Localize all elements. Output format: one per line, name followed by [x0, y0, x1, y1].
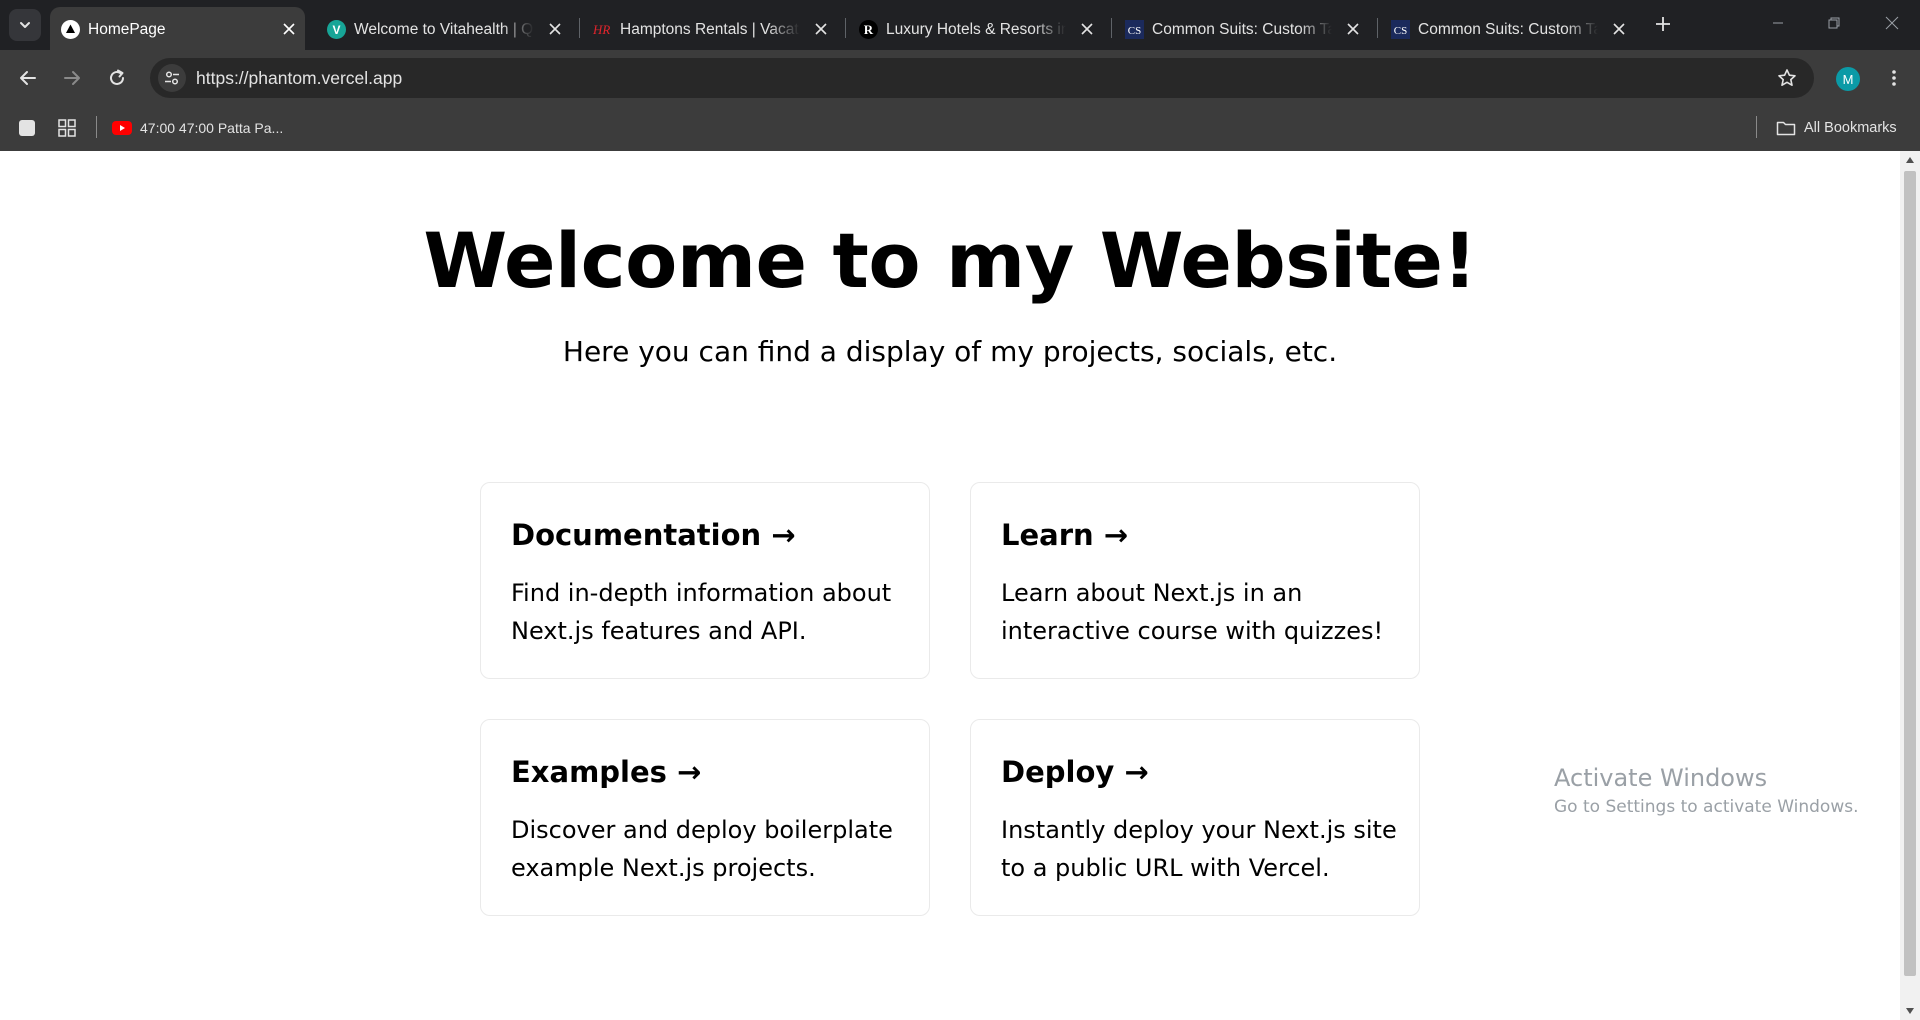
profile-avatar[interactable]: M: [1836, 67, 1860, 91]
tab-title: Welcome to Vitahealth | Quiz: [354, 21, 534, 38]
tab-hamptons-rentals[interactable]: HR Hamptons Rentals | Vacation Rentals: [582, 7, 837, 50]
close-window-button[interactable]: [1864, 0, 1920, 46]
square-icon: [19, 120, 35, 136]
scroll-thumb[interactable]: [1904, 171, 1916, 976]
tab-group-button[interactable]: [15, 116, 39, 140]
bookmarks-bar: 47:00 47:00 Patta Pa... All Bookmarks: [0, 106, 1920, 151]
browser-menu-button[interactable]: [1882, 66, 1906, 90]
vercel-triangle-icon: [61, 20, 80, 39]
star-icon: [1778, 69, 1796, 86]
bookmark-label: 47:00 47:00 Patta Pa...: [140, 120, 284, 136]
page-viewport: Welcome to my Website! Here you can find…: [0, 151, 1900, 1020]
tab-title: Common Suits: Custom Tailoring: [1418, 21, 1598, 38]
card-deploy[interactable]: Deploy → Instantly deploy your Next.js s…: [970, 719, 1420, 916]
close-icon[interactable]: [811, 19, 831, 39]
svg-text:CS: CS: [1128, 25, 1141, 37]
card-learn[interactable]: Learn → Learn about Next.js in an intera…: [970, 482, 1420, 679]
card-description: Instantly deploy your Next.js site to a …: [1001, 816, 1397, 882]
close-icon[interactable]: [545, 19, 565, 39]
site-info-button[interactable]: [158, 64, 186, 92]
card-title: Learn →: [1001, 518, 1129, 552]
hr-logo-icon: HR: [593, 20, 612, 39]
tab-homepage[interactable]: HomePage: [50, 7, 305, 50]
browser-window: HomePage V Welcome to Vitahealth | Quiz: [0, 0, 1920, 1020]
cs-logo-icon: CS: [1125, 20, 1144, 39]
more-vertical-icon: [1892, 70, 1896, 86]
arrow-left-icon: [20, 71, 36, 85]
toolbar: https://phantom.vercel.app M: [0, 50, 1920, 106]
url-text[interactable]: https://phantom.vercel.app: [196, 68, 402, 88]
tab-search-button[interactable]: [9, 9, 41, 41]
tab-strip: HomePage V Welcome to Vitahealth | Quiz: [0, 0, 1920, 50]
tab-separator: [1377, 18, 1378, 38]
plus-icon: [1656, 17, 1670, 31]
back-button[interactable]: [12, 62, 44, 94]
bookmarks-divider: [1756, 116, 1757, 138]
cs-logo-icon: CS: [1391, 20, 1410, 39]
card-title: Deploy →: [1001, 755, 1149, 789]
card-title: Examples →: [511, 755, 702, 789]
close-icon[interactable]: [279, 19, 299, 39]
svg-text:V: V: [332, 23, 340, 37]
minimize-icon: [1773, 22, 1783, 24]
minimize-button[interactable]: [1750, 0, 1806, 46]
scroll-up-button[interactable]: [1900, 151, 1920, 169]
page-subtitle: Here you can find a display of my projec…: [562, 335, 1338, 368]
activate-windows-title: Activate Windows: [1554, 764, 1768, 792]
tab-common-suits[interactable]: CS Common Suits: Custom Tailoring: [1114, 7, 1369, 50]
all-bookmarks-label: All Bookmarks: [1804, 120, 1897, 136]
restore-button[interactable]: [1806, 0, 1862, 46]
close-icon: [1885, 16, 1899, 30]
tab-title: Common Suits: Custom Tailoring: [1152, 21, 1332, 38]
close-icon[interactable]: [1609, 19, 1629, 39]
activate-windows-watermark: Activate Windows Go to Settings to activ…: [1554, 763, 1859, 819]
activate-windows-subtitle: Go to Settings to activate Windows.: [1554, 797, 1859, 817]
new-tab-button[interactable]: [1651, 12, 1675, 36]
r-logo-icon: R: [859, 20, 878, 39]
restore-icon: [1828, 17, 1840, 29]
svg-text:CS: CS: [1394, 25, 1407, 37]
all-bookmarks-button[interactable]: All Bookmarks: [1776, 116, 1897, 140]
scroll-down-button[interactable]: [1900, 1002, 1920, 1020]
card-documentation[interactable]: Documentation → Find in-depth informatio…: [480, 482, 930, 679]
arrow-right-icon: [64, 71, 80, 85]
tab-title: Hamptons Rentals | Vacation Rentals: [620, 21, 800, 38]
triangle-up-icon: [1906, 157, 1914, 163]
tab-separator: [845, 18, 846, 38]
close-icon[interactable]: [1343, 19, 1363, 39]
apps-button[interactable]: [55, 116, 79, 140]
triangle-down-icon: [1906, 1008, 1914, 1014]
vertical-scrollbar[interactable]: [1900, 151, 1920, 1020]
svg-text:HR: HR: [593, 22, 610, 37]
reload-button[interactable]: [101, 62, 133, 94]
tab-title: HomePage: [88, 21, 166, 38]
grid-icon: [58, 119, 76, 137]
tab-common-suits-2[interactable]: CS Common Suits: Custom Tailoring: [1380, 7, 1635, 50]
card-description: Find in-depth information about Next.js …: [511, 579, 892, 645]
bookmark-item[interactable]: 47:00 47:00 Patta Pa...: [112, 116, 283, 140]
card-examples[interactable]: Examples → Discover and deploy boilerpla…: [480, 719, 930, 916]
card-description: Discover and deploy boilerplate example …: [511, 816, 893, 882]
vitahealth-v-icon: V: [327, 20, 346, 39]
chevron-down-icon: [20, 22, 30, 28]
address-bar[interactable]: https://phantom.vercel.app: [150, 58, 1814, 98]
youtube-icon: [112, 121, 132, 135]
tab-separator: [1111, 18, 1112, 38]
tab-vitahealth[interactable]: V Welcome to Vitahealth | Quiz: [316, 7, 571, 50]
forward-button[interactable]: [56, 62, 88, 94]
bookmarks-divider: [96, 116, 97, 138]
tab-title: Luxury Hotels & Resorts in: [886, 21, 1066, 38]
tab-luxury-hotels[interactable]: R Luxury Hotels & Resorts in: [848, 7, 1103, 50]
reload-icon: [110, 69, 124, 85]
card-description: Learn about Next.js in an interactive co…: [1001, 579, 1384, 645]
tab-separator: [579, 18, 580, 38]
page-title: Welcome to my Website!: [423, 216, 1477, 305]
folder-icon: [1776, 121, 1796, 136]
svg-text:R: R: [864, 22, 874, 37]
card-title: Documentation →: [511, 518, 796, 552]
bookmark-star-button[interactable]: [1775, 66, 1799, 90]
close-icon[interactable]: [1077, 19, 1097, 39]
tune-icon: [165, 71, 179, 85]
